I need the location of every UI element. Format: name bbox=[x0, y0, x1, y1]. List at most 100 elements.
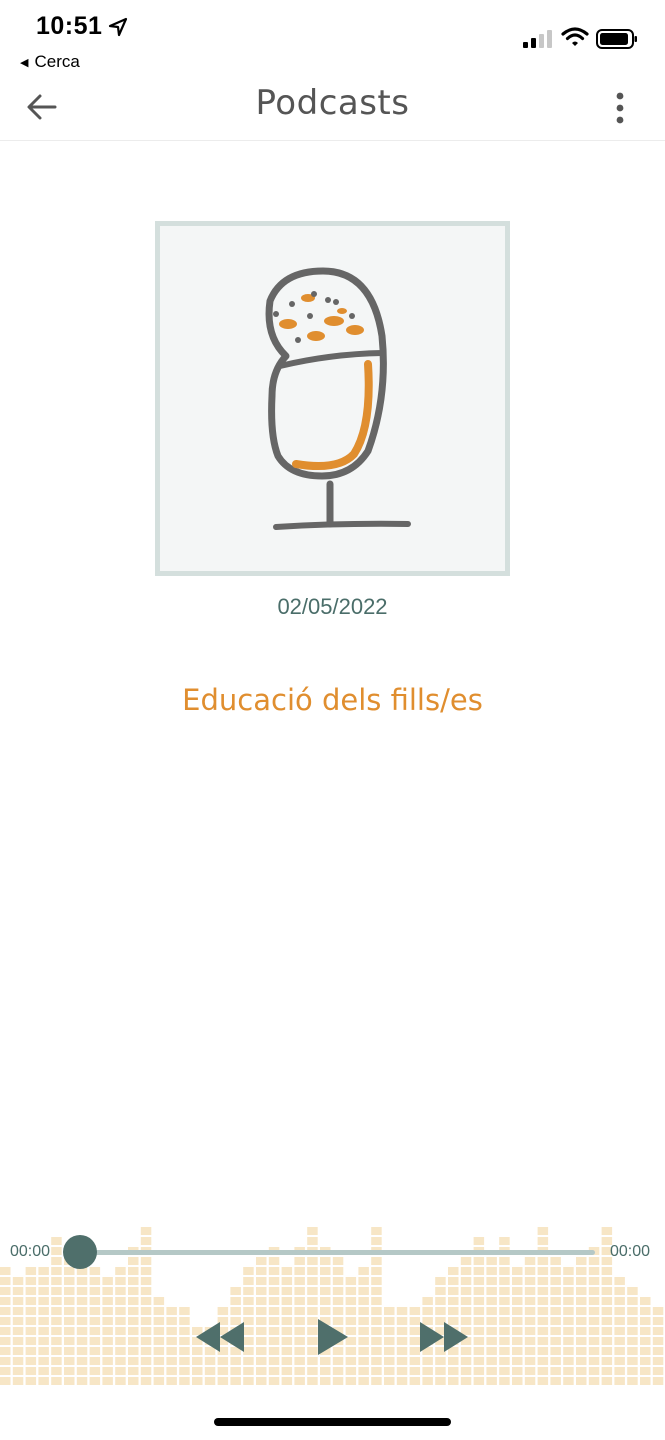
equalizer-bar-segment bbox=[0, 1377, 11, 1385]
equalizer-bar-segment bbox=[473, 1317, 485, 1325]
equalizer-bar-segment bbox=[166, 1307, 177, 1315]
equalizer-bar-segment bbox=[204, 1367, 216, 1375]
equalizer-bar-segment bbox=[307, 1227, 318, 1235]
equalizer-bar-segment bbox=[435, 1357, 446, 1365]
equalizer-bar-segment bbox=[51, 1287, 62, 1295]
equalizer-bar-segment bbox=[281, 1337, 293, 1345]
equalizer-bar-segment bbox=[627, 1347, 638, 1355]
equalizer-bar-segment bbox=[460, 1287, 472, 1295]
equalizer-bar-segment bbox=[64, 1307, 75, 1315]
equalizer-bar-segment bbox=[115, 1357, 126, 1365]
equalizer-bar-segment bbox=[179, 1367, 190, 1375]
equalizer-bar-segment bbox=[345, 1277, 357, 1285]
more-vertical-icon[interactable] bbox=[610, 91, 630, 125]
equalizer-bar-segment bbox=[512, 1327, 523, 1335]
total-time: 00:00 bbox=[610, 1243, 651, 1260]
equalizer-bar-segment bbox=[345, 1377, 357, 1385]
equalizer-bar-segment bbox=[563, 1367, 574, 1375]
equalizer-bar-segment bbox=[460, 1357, 472, 1365]
equalizer-bar-segment bbox=[51, 1307, 62, 1315]
equalizer-bar-segment bbox=[102, 1337, 113, 1345]
equalizer-bar-segment bbox=[652, 1337, 664, 1345]
equalizer-bar-segment bbox=[371, 1347, 382, 1355]
equalizer-bar-segment bbox=[524, 1367, 536, 1375]
equalizer-bar-segment bbox=[448, 1297, 459, 1305]
equalizer-bar-segment bbox=[588, 1357, 600, 1365]
equalizer-bar-segment bbox=[64, 1357, 75, 1365]
equalizer-bar-segment bbox=[76, 1307, 88, 1315]
equalizer-bar-segment bbox=[601, 1377, 613, 1385]
equalizer-bar-segment bbox=[0, 1267, 11, 1275]
equalizer-bar-segment bbox=[64, 1367, 75, 1375]
equalizer-bar-segment bbox=[588, 1267, 600, 1275]
equalizer-bar-segment bbox=[473, 1277, 485, 1285]
play-icon[interactable] bbox=[312, 1316, 352, 1358]
equalizer-bar-segment bbox=[0, 1327, 11, 1335]
equalizer-bar-segment bbox=[396, 1347, 408, 1355]
equalizer-bar-segment bbox=[499, 1357, 510, 1365]
equalizer-bar-segment bbox=[256, 1307, 267, 1315]
equalizer-bar-segment bbox=[473, 1267, 485, 1275]
equalizer-bar-segment bbox=[435, 1307, 446, 1315]
equalizer-bar-segment bbox=[473, 1257, 485, 1265]
equalizer-bar-segment bbox=[320, 1357, 331, 1365]
equalizer-bar-segment bbox=[153, 1377, 165, 1385]
equalizer-bar-segment bbox=[268, 1367, 280, 1375]
equalizer-bar-segment bbox=[12, 1277, 24, 1285]
equalizer-bar-segment bbox=[115, 1277, 126, 1285]
equalizer-bar-segment bbox=[358, 1377, 369, 1385]
equalizer-bar-segment bbox=[0, 1347, 11, 1355]
equalizer-bar-segment bbox=[320, 1377, 331, 1385]
equalizer-bar-segment bbox=[601, 1347, 613, 1355]
equalizer-bar-segment bbox=[12, 1347, 24, 1355]
equalizer-bar-segment bbox=[435, 1377, 446, 1385]
equalizer-bar-segment bbox=[576, 1367, 587, 1375]
equalizer-bar-segment bbox=[179, 1357, 190, 1365]
equalizer-bar-segment bbox=[281, 1347, 293, 1355]
equalizer-bar-segment bbox=[307, 1287, 318, 1295]
equalizer-bar-segment bbox=[640, 1367, 651, 1375]
progress-knob[interactable] bbox=[63, 1235, 97, 1269]
equalizer-bar-segment bbox=[537, 1377, 549, 1385]
status-bar: 10:51 ◀ Cerca bbox=[0, 0, 665, 75]
equalizer-bar-segment bbox=[652, 1317, 664, 1325]
equalizer-bar-segment bbox=[51, 1277, 62, 1285]
equalizer-bar-segment bbox=[128, 1337, 139, 1345]
equalizer-bar-segment bbox=[256, 1287, 267, 1295]
equalizer-bar-segment bbox=[25, 1357, 37, 1365]
fast-forward-icon[interactable] bbox=[418, 1318, 470, 1356]
equalizer-bar-segment bbox=[588, 1327, 600, 1335]
equalizer-bar-segment bbox=[204, 1377, 216, 1385]
equalizer-bar-segment bbox=[409, 1367, 421, 1375]
equalizer-bar-segment bbox=[640, 1337, 651, 1345]
equalizer-bar-segment bbox=[64, 1337, 75, 1345]
equalizer-bar-segment bbox=[537, 1237, 549, 1245]
equalizer-bar-segment bbox=[588, 1367, 600, 1375]
equalizer-bar-segment bbox=[576, 1327, 587, 1335]
back-to-app-link[interactable]: ◀ Cerca bbox=[20, 52, 80, 72]
equalizer-bar-segment bbox=[524, 1357, 536, 1365]
equalizer-bar-segment bbox=[473, 1297, 485, 1305]
equalizer-bar-segment bbox=[614, 1307, 625, 1315]
rewind-icon[interactable] bbox=[194, 1318, 246, 1356]
equalizer-bar-segment bbox=[128, 1377, 139, 1385]
equalizer-bar-segment bbox=[281, 1297, 293, 1305]
equalizer-bar-segment bbox=[499, 1297, 510, 1305]
equalizer-bar-segment bbox=[358, 1297, 369, 1305]
equalizer-bar-segment bbox=[550, 1257, 561, 1265]
equalizer-bar-segment bbox=[588, 1307, 600, 1315]
equalizer-bar-segment bbox=[102, 1297, 113, 1305]
equalizer-bar-segment bbox=[128, 1267, 139, 1275]
equalizer-bar-segment bbox=[563, 1357, 574, 1365]
equalizer-bar-segment bbox=[652, 1367, 664, 1375]
equalizer-bar-segment bbox=[601, 1267, 613, 1275]
equalizer-bar-segment bbox=[576, 1377, 587, 1385]
equalizer-bar-segment bbox=[115, 1297, 126, 1305]
equalizer-bar-segment bbox=[332, 1367, 344, 1375]
equalizer-bar-segment bbox=[524, 1307, 536, 1315]
progress-track[interactable] bbox=[80, 1250, 595, 1255]
equalizer-bar-segment bbox=[435, 1367, 446, 1375]
equalizer-bar-segment bbox=[486, 1337, 497, 1345]
equalizer-bar-segment bbox=[371, 1227, 382, 1235]
equalizer-bar-segment bbox=[25, 1287, 37, 1295]
